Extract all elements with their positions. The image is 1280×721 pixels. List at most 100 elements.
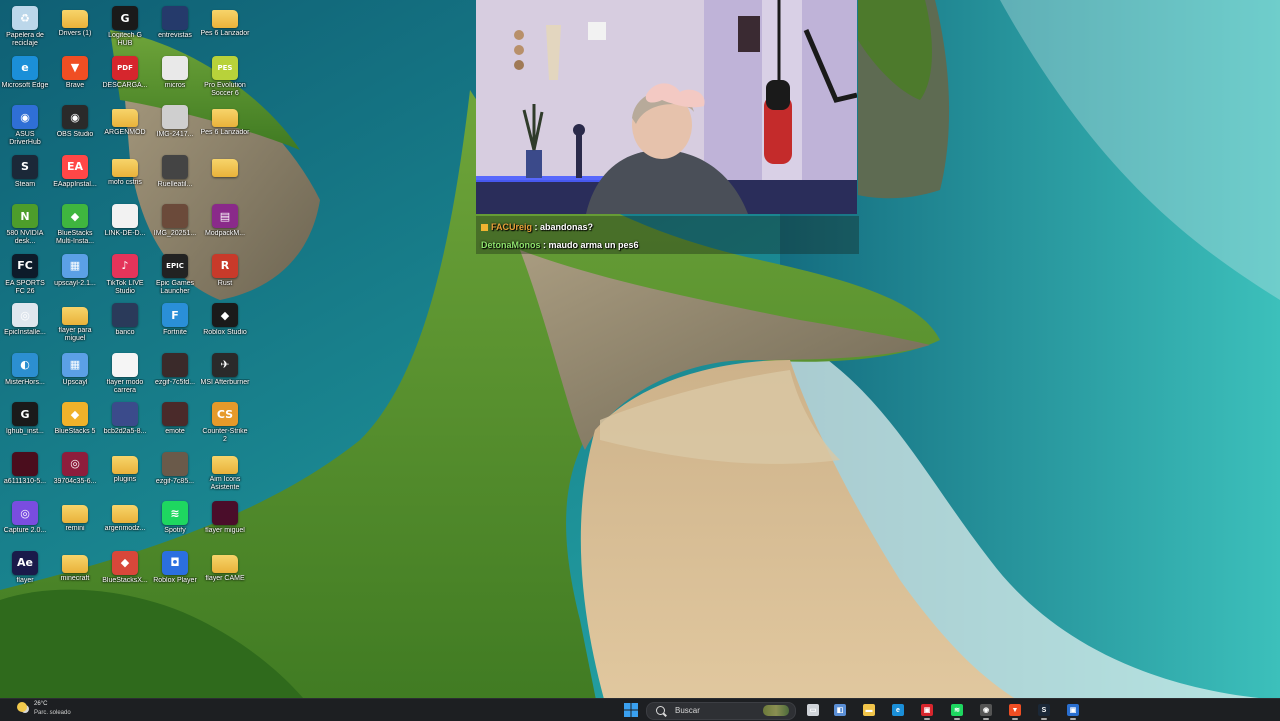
taskbar-app-button[interactable]: ▭: [804, 701, 822, 719]
chat-text: : maudo arma un pes6: [540, 240, 639, 250]
search-placeholder: Buscar: [675, 706, 700, 715]
desktop-icon[interactable]: Ruelleatil...: [150, 151, 200, 199]
desktop-icon[interactable]: ◉ ASUS DriverHub: [0, 101, 50, 149]
desktop-icon[interactable]: FC EA SPORTS FC 26: [0, 250, 50, 298]
desktop-icon[interactable]: F Fortnite: [150, 299, 200, 347]
tiktok-icon: ♪: [112, 253, 138, 278]
desktop-icon-label: ModpackM...: [204, 230, 246, 237]
taskbar-search[interactable]: Buscar: [646, 702, 796, 720]
desktop-icon[interactable]: plugins: [100, 448, 150, 496]
desktop-icon[interactable]: banco: [100, 299, 150, 347]
desktop-icon[interactable]: LINK-DE-D...: [100, 200, 150, 248]
desktop-icon-label: EAappInstal...: [53, 180, 97, 188]
desktop-icon[interactable]: R Rust: [200, 250, 250, 298]
desktop-icon-label: ARGENMOD: [104, 129, 146, 136]
taskbar-app-button[interactable]: ▣: [918, 701, 936, 720]
desktop-icon[interactable]: Glghub_inst...: [0, 398, 50, 446]
desktop-icon-label: Counter-Strike 2: [202, 428, 248, 443]
taskbar-app-button[interactable]: ◧: [831, 701, 849, 719]
desktop-icon-label: minecraft: [60, 574, 90, 582]
desktop-icon[interactable]: e Microsoft Edge: [0, 52, 50, 100]
desktop-icon[interactable]: remini: [50, 497, 100, 545]
desktop-icon-label: flayer CAME: [205, 574, 245, 582]
desktop-icon[interactable]: ◆ BlueStacksX...: [100, 547, 150, 595]
desktop-icon[interactable]: ✈ MSI Afterburner: [200, 349, 250, 397]
desktop-icon-label: flayer: [16, 576, 34, 584]
desktop-icon[interactable]: S Steam: [0, 151, 50, 199]
desktop-icon[interactable]: ◎ 39704c35-6...: [50, 448, 100, 496]
start-button[interactable]: [623, 702, 639, 718]
desktop-icon[interactable]: entrevistas: [150, 2, 200, 50]
roblox-studio-icon: ◆: [212, 303, 238, 327]
desktop-icon[interactable]: ◉ OBS Studio: [50, 101, 100, 149]
desktop-icon[interactable]: ezgif-7c5fd...: [150, 349, 200, 397]
desktop-icon[interactable]: ◐ MisterHors...: [0, 349, 50, 397]
taskbar-app-button[interactable]: e: [889, 701, 907, 719]
taskbar-app-button[interactable]: ◉: [977, 701, 995, 720]
desktop-icon[interactable]: IMG_20251...: [150, 200, 200, 248]
desktop-icon[interactable]: flayer miguel: [200, 497, 250, 545]
desktop-icon[interactable]: N 580 NVIDIA desk...: [0, 200, 50, 248]
taskbar-app-button[interactable]: ▬: [860, 701, 878, 719]
desktop-icon[interactable]: micros: [150, 52, 200, 100]
taskbar-app-button[interactable]: S: [1035, 701, 1053, 720]
chat-message: FACUreig : abandonas?: [481, 222, 593, 232]
desktop-icon[interactable]: EA EAappInstal...: [50, 151, 100, 199]
desktop-icon[interactable]: emote: [150, 398, 200, 446]
desktop-icon-label: 39704c35-6...: [53, 477, 97, 485]
desktop-icon[interactable]: minecraft: [50, 547, 100, 595]
desktop-icon[interactable]: PDF DESCARGA...: [100, 52, 150, 100]
desktop-icon-label: ezgif-7c85...: [155, 477, 195, 485]
desktop-icon[interactable]: mofo cstris: [100, 151, 150, 199]
ea-app-icon: EA: [62, 154, 88, 179]
desktop-icon[interactable]: argenmodz...: [100, 497, 150, 545]
folder-icon: [112, 455, 138, 474]
desktop-icon[interactable]: ▼ Brave: [50, 52, 100, 100]
desktop-icon[interactable]: ▦ Upscayl: [50, 349, 100, 397]
bluestacks-icon: ◆: [62, 204, 88, 228]
taskbar-app-button[interactable]: ≋: [948, 701, 966, 720]
desktop-icon[interactable]: ◘ Roblox Player: [150, 547, 200, 595]
desktop-icon[interactable]: Drivers (1): [50, 2, 100, 50]
desktop-icon[interactable]: ◎ Capture 2.0...: [0, 497, 50, 545]
desktop-icon-label: lghub_inst...: [6, 428, 44, 435]
desktop-icon[interactable]: flayer para miguel: [50, 299, 100, 347]
desktop-icon[interactable]: Ae flayer: [0, 547, 50, 595]
desktop-icon[interactable]: ◆ Roblox Studio: [200, 299, 250, 347]
desktop-icon-label: IMG_20251...: [153, 230, 197, 237]
desktop-icon-label: emote: [165, 428, 185, 435]
steam-icon: S: [12, 154, 38, 179]
desktop-icon[interactable]: flayer modo carrera: [100, 349, 150, 397]
desktop-icon[interactable]: ♻ Papelera de reciclaje: [0, 2, 50, 50]
desktop-icon[interactable]: ≋ Spotify: [150, 497, 200, 545]
taskbar-app-button[interactable]: ▼: [1006, 701, 1024, 720]
desktop-icon[interactable]: ◆ BlueStacks 5: [50, 398, 100, 446]
desktop-icon[interactable]: Pes 6 Lanzador: [200, 101, 250, 149]
taskbar-app-button[interactable]: ▣: [1064, 701, 1082, 720]
desktop-icon-label: MSI Afterburner: [200, 378, 250, 386]
desktop-icon[interactable]: a6111310-5...: [0, 448, 50, 496]
desktop-icon[interactable]: CS Counter-Strike 2: [200, 398, 250, 446]
desktop-icon[interactable]: ◆ BlueStacks Multi-Insta...: [50, 200, 100, 248]
desktop-icon[interactable]: bcb2d2a5-8...: [100, 398, 150, 446]
taskbar: 26°C Parc. soleado Buscar ▭ ◧ ▬ e ▣ ≋ ◉ ▼ S ▣: [0, 698, 1280, 721]
desktop-icon[interactable]: [200, 151, 250, 199]
desktop-icon-label: flayer para miguel: [58, 327, 92, 342]
desktop-icon[interactable]: EPIC Epic Games Launcher: [150, 250, 200, 298]
desktop-icon[interactable]: ARGENMOD: [100, 101, 150, 149]
desktop-icon[interactable]: PES Pro Evolution Soccer 6: [200, 52, 250, 100]
desktop-icon-label: Roblox Studio: [203, 329, 247, 336]
steam-icon: S: [1038, 704, 1050, 716]
desktop-icon[interactable]: ♪ TikTok LIVE Studio: [100, 250, 150, 298]
image-icon: [162, 451, 188, 476]
desktop-icon[interactable]: IMG-2417...: [150, 101, 200, 149]
desktop-icon[interactable]: ◎ EpicInstalle...: [0, 299, 50, 347]
chat-username: DetonaMonos: [481, 240, 541, 250]
desktop-icon[interactable]: Aim Icons Asistente: [200, 448, 250, 496]
desktop-icon[interactable]: ▤ ModpackM...: [200, 200, 250, 248]
desktop-icon[interactable]: Pes 6 Lanzador: [200, 2, 250, 50]
desktop-icon[interactable]: ezgif-7c85...: [150, 448, 200, 496]
desktop-icon[interactable]: G Logitech G HUB: [100, 2, 150, 50]
desktop-icon[interactable]: flayer CAME: [200, 547, 250, 595]
desktop-icon[interactable]: ▦ upscayl-2.1...: [50, 250, 100, 298]
